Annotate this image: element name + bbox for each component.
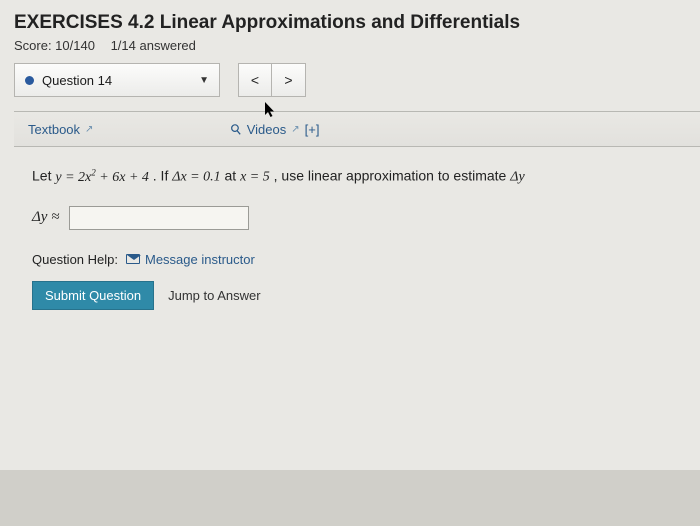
prev-question-button[interactable]: < — [238, 63, 272, 97]
answered-count: 1/14 answered — [111, 38, 196, 53]
question-body: Let y = 2x2 + 6x + 4 . If Δx = 0.1 at x … — [14, 147, 700, 330]
status-dot-icon — [25, 76, 34, 85]
videos-label: Videos — [247, 122, 287, 137]
next-question-button[interactable]: > — [272, 63, 306, 97]
prompt-if: . If — [153, 168, 172, 184]
question-selector-label: Question 14 — [42, 73, 112, 88]
submit-question-button[interactable]: Submit Question — [32, 281, 154, 310]
textbook-link[interactable]: Textbook ↗ — [14, 122, 107, 137]
page-title: EXERCISES 4.2 Linear Approximations and … — [14, 12, 700, 34]
score-line: Score: 10/140 1/14 answered — [14, 38, 700, 53]
chevron-right-icon: > — [284, 72, 292, 88]
answer-input[interactable] — [69, 206, 249, 230]
help-row: Question Help: Message instructor — [32, 252, 682, 267]
expand-videos: [+] — [305, 122, 320, 137]
message-instructor-label: Message instructor — [145, 252, 255, 267]
paperclip-icon: ⚲ — [227, 119, 246, 139]
prompt-x: x = 5 — [240, 170, 270, 185]
external-link-icon: ↗ — [85, 124, 93, 135]
prompt-delta-x: Δx = 0.1 — [172, 170, 220, 185]
mail-icon — [126, 254, 140, 264]
prompt-at: at — [225, 168, 241, 184]
score-value: Score: 10/140 — [14, 38, 95, 53]
prompt-delta-y: Δy — [510, 170, 524, 185]
question-prompt: Let y = 2x2 + 6x + 4 . If Δx = 0.1 at x … — [32, 167, 682, 186]
prompt-prefix: Let — [32, 168, 55, 184]
videos-link[interactable]: ⚲ Videos ↗ [+] — [217, 121, 333, 138]
question-selector[interactable]: Question 14 ▼ — [14, 63, 220, 97]
action-row: Submit Question Jump to Answer — [32, 281, 682, 310]
chevron-left-icon: < — [251, 72, 259, 88]
jump-to-answer-link[interactable]: Jump to Answer — [168, 288, 261, 303]
question-nav-bar: Question 14 ▼ < > — [14, 63, 700, 97]
resource-bar: Textbook ↗ ⚲ Videos ↗ [+] — [14, 111, 700, 147]
answer-row: Δy ≈ — [32, 206, 682, 230]
answer-label: Δy ≈ — [32, 209, 59, 226]
textbook-label: Textbook — [28, 122, 80, 137]
prompt-use: , use linear approximation to estimate — [274, 168, 511, 184]
prompt-equation: y = 2x2 + 6x + 4 — [55, 170, 149, 185]
message-instructor-link[interactable]: Message instructor — [126, 252, 255, 267]
help-label: Question Help: — [32, 252, 118, 267]
external-link-icon: ↗ — [291, 124, 299, 135]
caret-down-icon: ▼ — [199, 75, 209, 86]
